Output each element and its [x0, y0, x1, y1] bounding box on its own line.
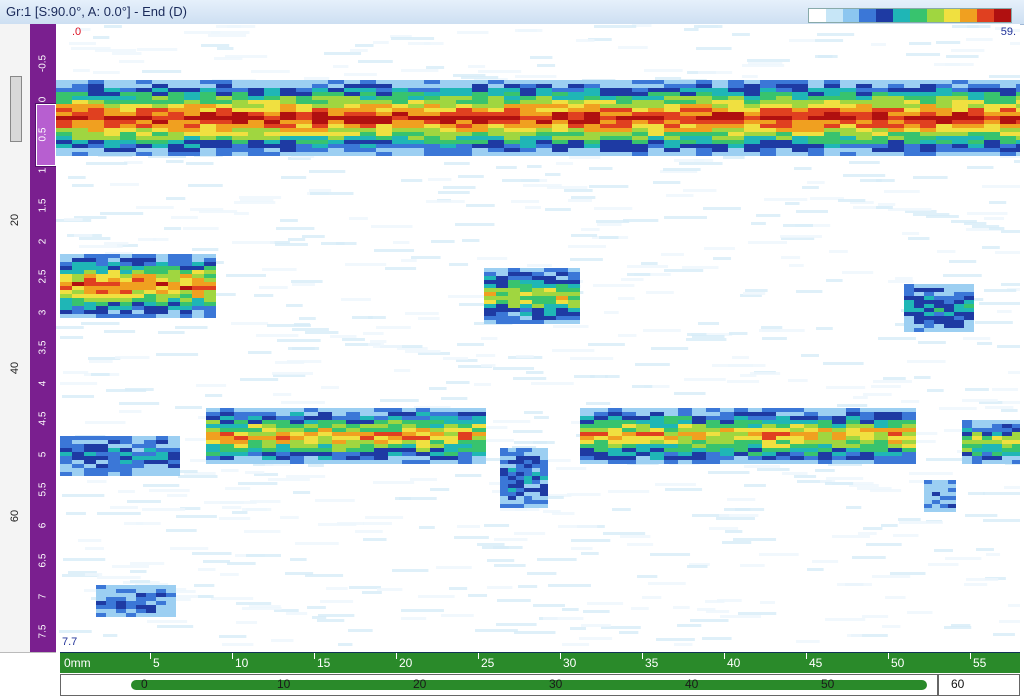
- left-axis-tick: 20: [9, 213, 21, 227]
- horizontal-ruler-tick: 20: [399, 656, 413, 670]
- left-axis-tick: 40: [9, 361, 21, 375]
- title-bar: Gr:1 [S:90.0°, A: 0.0°] - End (D): [0, 0, 1024, 25]
- horizontal-ruler-unit: 0mm: [64, 656, 91, 670]
- palette-swatch: [825, 9, 843, 22]
- horizontal-ruler-tick: 40: [727, 656, 741, 670]
- vertical-ruler-tick: 3: [37, 309, 49, 315]
- horizontal-ruler-tick: 35: [645, 656, 659, 670]
- vertical-ruler-tick: 3.5: [37, 340, 49, 355]
- vertical-ruler-tick: 1.5: [37, 198, 49, 213]
- palette-swatch: [893, 9, 910, 22]
- scrollbar-thumb[interactable]: [131, 680, 927, 690]
- vertical-ruler-tick: 0.5: [37, 127, 49, 142]
- scan-view[interactable]: .0 59. 7.7: [56, 24, 1020, 652]
- horizontal-ruler-tickmark: [314, 653, 315, 659]
- horizontal-ruler-tick: 55: [973, 656, 987, 670]
- palette-swatch: [943, 9, 961, 22]
- plot-end-value: 59.: [1000, 26, 1016, 38]
- palette-swatch: [977, 9, 995, 22]
- vertical-ruler-tick: -0.5: [37, 54, 49, 73]
- scrollbar-tick: 0: [141, 677, 148, 691]
- horizontal-ruler-tickmark: [806, 653, 807, 659]
- vertical-ruler-tick: 2.5: [37, 269, 49, 284]
- plot-start-value: .0: [72, 26, 82, 38]
- horizontal-scrollbar[interactable]: 0 10 20 30 40 50: [60, 674, 938, 696]
- left-axis-ticks: 20 40 60: [0, 24, 30, 652]
- horizontal-ruler-tickmark: [970, 653, 971, 659]
- horizontal-ruler-tick: 30: [563, 656, 577, 670]
- plot-depth-value: 7.7: [62, 636, 78, 648]
- palette-swatch: [842, 9, 860, 22]
- horizontal-ruler-tick: 5: [153, 656, 160, 670]
- vertical-ruler-tick: 5: [37, 451, 49, 457]
- horizontal-ruler-tickmark: [150, 653, 151, 659]
- vertical-ruler[interactable]: -0.5 0 0.5 1 1.5 2 2.5 3 3.5 4 4.5 5 5.5 6 6.5 7 7.5: [30, 24, 56, 652]
- horizontal-ruler-tick: 50: [891, 656, 905, 670]
- scrollbar-tick: 10: [277, 677, 291, 691]
- horizontal-ruler-tickmark: [888, 653, 889, 659]
- c-scan-image: [56, 24, 1020, 646]
- left-axis-tick: 60: [9, 509, 21, 523]
- horizontal-ruler-tickmark: [232, 653, 233, 659]
- vertical-ruler-tick: 6.5: [37, 553, 49, 568]
- vertical-ruler-tick: 1: [37, 167, 49, 173]
- palette-swatch: [876, 9, 894, 22]
- vertical-ruler-tick: 4: [37, 380, 49, 386]
- palette-swatch: [909, 9, 927, 22]
- scrollbar-tick: 30: [549, 677, 563, 691]
- scrollbar-tick: 50: [821, 677, 835, 691]
- scroll-end-value: 60: [951, 677, 965, 691]
- horizontal-ruler-tickmark: [396, 653, 397, 659]
- scrollbar-tick: 20: [413, 677, 427, 691]
- horizontal-ruler-tick: 45: [809, 656, 823, 670]
- horizontal-ruler-tickmark: [724, 653, 725, 659]
- vertical-ruler-tick: 7.5: [37, 624, 49, 639]
- palette-swatch: [960, 9, 978, 22]
- vertical-ruler-tick: 6: [37, 522, 49, 528]
- horizontal-ruler-tick: 15: [317, 656, 331, 670]
- horizontal-ruler[interactable]: 0mm 5 10 15 20 25 30 35 40 45 50 55: [60, 652, 1020, 673]
- vertical-ruler-tick: 2: [37, 238, 49, 244]
- left-depth-panel: 20 40 60: [0, 24, 31, 652]
- scroll-end-value-box: 60: [938, 674, 1020, 696]
- vertical-ruler-tick: 7: [37, 593, 49, 599]
- palette-swatch: [809, 9, 826, 22]
- palette-swatch: [994, 9, 1011, 22]
- horizontal-ruler-tickmark: [560, 653, 561, 659]
- horizontal-ruler-tickmark: [478, 653, 479, 659]
- horizontal-ruler-tick: 25: [481, 656, 495, 670]
- horizontal-ruler-tickmark: [642, 653, 643, 659]
- vertical-ruler-tick: 0: [37, 96, 49, 102]
- horizontal-ruler-tick: 10: [235, 656, 249, 670]
- palette-swatch: [859, 9, 877, 22]
- vertical-ruler-tick: 4.5: [37, 411, 49, 426]
- window-title: Gr:1 [S:90.0°, A: 0.0°] - End (D): [6, 4, 187, 19]
- corner-panel: [0, 652, 56, 698]
- scrollbar-tick: 40: [685, 677, 699, 691]
- palette-swatch: [926, 9, 944, 22]
- color-palette-bar[interactable]: [808, 8, 1012, 23]
- vertical-ruler-tick: 5.5: [37, 482, 49, 497]
